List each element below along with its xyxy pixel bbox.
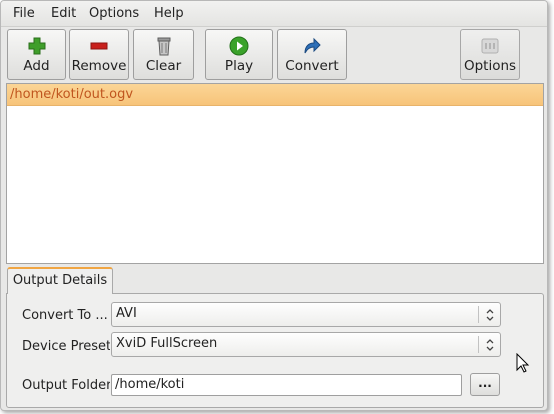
play-button-label: Play: [224, 58, 254, 74]
convert-button-label: Convert: [285, 58, 339, 74]
add-button-label: Add: [23, 58, 50, 74]
convert-button[interactable]: Convert: [277, 29, 347, 80]
menu-bar: File Edit Options Help: [1, 1, 547, 27]
menu-help[interactable]: Help: [154, 6, 184, 21]
add-button[interactable]: Add: [7, 29, 66, 80]
convert-to-select[interactable]: AVI: [111, 302, 501, 327]
app-window: File Edit Options Help Add Remove Clear: [0, 0, 548, 411]
options-button[interactable]: Options: [460, 29, 520, 80]
toolbar: Add Remove Clear Play Convert Options: [1, 28, 547, 83]
convert-arrow-icon: [304, 37, 321, 54]
options-button-label: Options: [463, 58, 517, 74]
play-icon: [229, 36, 249, 56]
file-list[interactable]: /home/koti/out.ogv: [6, 83, 544, 264]
trash-icon: [157, 37, 170, 56]
minus-icon: [90, 42, 108, 50]
clear-button[interactable]: Clear: [133, 29, 194, 80]
options-icon: [481, 38, 499, 54]
convert-to-value: AVI: [116, 306, 137, 321]
device-preset-label: Device Preset: [22, 339, 110, 354]
up-down-arrows-icon: [486, 339, 494, 351]
menu-file[interactable]: File: [13, 6, 35, 21]
clear-button-label: Clear: [145, 58, 182, 74]
remove-button-label: Remove: [71, 58, 127, 74]
tab-output-details[interactable]: Output Details: [7, 267, 113, 294]
mouse-pointer-icon: [516, 353, 530, 373]
output-folder-input[interactable]: /home/koti: [111, 374, 462, 396]
combo-separator: [478, 336, 479, 353]
convert-to-label: Convert To ...: [22, 308, 108, 323]
output-folder-label: Output Folder: [22, 378, 110, 393]
device-preset-value: XviD FullScreen: [116, 336, 218, 351]
remove-button[interactable]: Remove: [69, 29, 129, 80]
combo-separator: [478, 306, 479, 323]
browse-button[interactable]: ...: [470, 373, 500, 396]
list-item[interactable]: /home/koti/out.ogv: [7, 84, 543, 106]
menu-options[interactable]: Options: [89, 6, 139, 21]
plus-icon: [28, 37, 45, 55]
output-details-panel: Convert To ... AVI Device Preset XviD Fu…: [6, 293, 544, 408]
up-down-arrows-icon: [486, 309, 494, 321]
menu-edit[interactable]: Edit: [51, 6, 76, 21]
play-button[interactable]: Play: [205, 29, 273, 80]
device-preset-select[interactable]: XviD FullScreen: [111, 332, 501, 357]
